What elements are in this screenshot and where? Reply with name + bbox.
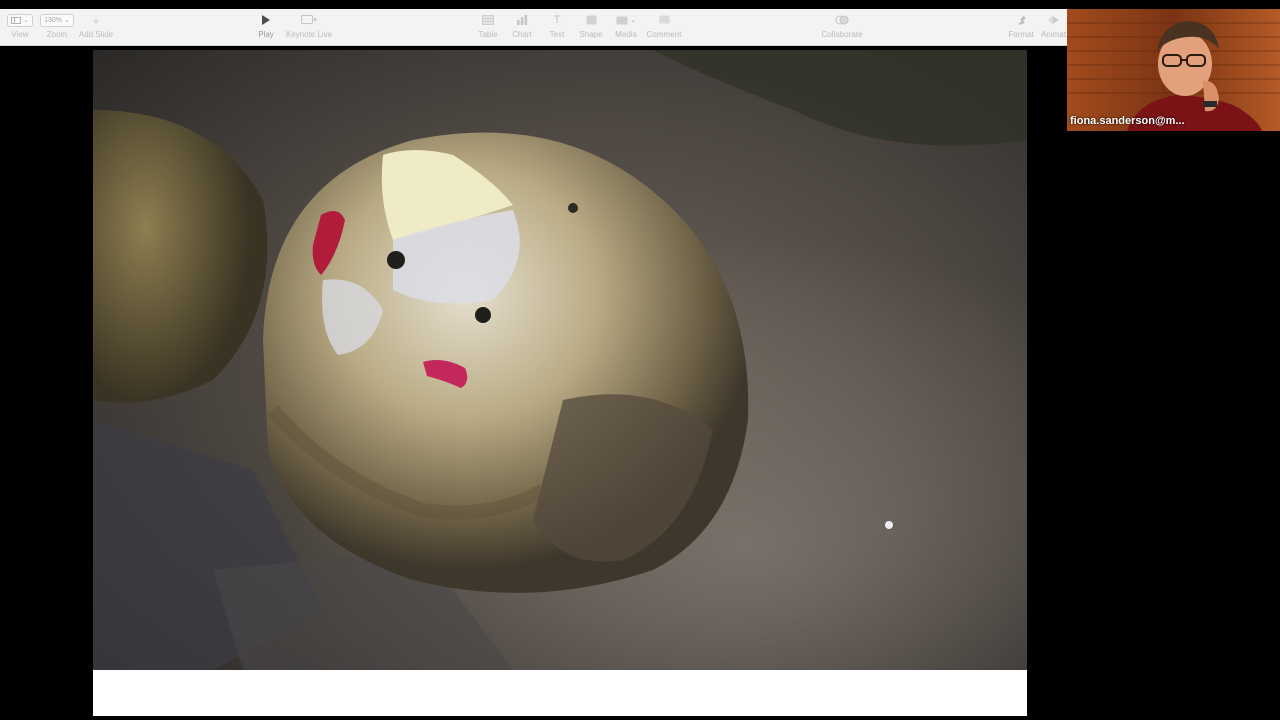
format-brush-icon <box>1017 15 1026 25</box>
format-label: Format <box>1008 30 1034 39</box>
collaborate-button[interactable]: Collaborate <box>820 9 864 45</box>
media-label: Media <box>615 30 637 39</box>
plus-icon: + <box>92 12 100 28</box>
zoom-label: Zoom <box>46 30 68 39</box>
top-strip <box>0 0 1280 9</box>
media-icon: ⌄ <box>613 15 639 26</box>
shape-label: Shape <box>579 30 603 39</box>
text-button[interactable]: T Text <box>543 9 571 45</box>
media-button[interactable]: ⌄ Media <box>611 9 641 45</box>
participant-video <box>1067 9 1280 131</box>
keynote-live-icon <box>301 15 317 24</box>
chart-button[interactable]: Chart <box>508 9 536 45</box>
zoom-value: 130% <box>44 16 63 24</box>
comment-button[interactable]: Comment <box>646 9 682 45</box>
collaborate-label: Collaborate <box>821 30 863 39</box>
collaborate-icon <box>835 15 849 25</box>
slide-photo <box>93 50 1027 670</box>
zoom-menu[interactable]: 130% ⌄ <box>40 13 74 27</box>
animate-icon <box>1048 16 1059 24</box>
table-label: Table <box>478 30 498 39</box>
keynote-live-label: Keynote Live <box>285 30 333 39</box>
participant-name: fiona.sanderson@m... <box>1070 115 1185 127</box>
animate-button[interactable]: Animat <box>1040 9 1067 45</box>
chart-icon <box>517 15 528 25</box>
format-button[interactable]: Format <box>1007 9 1035 45</box>
shape-button[interactable]: Shape <box>577 9 605 45</box>
text-icon: T <box>553 14 561 26</box>
chart-label: Chart <box>512 30 532 39</box>
play-label: Play <box>258 30 274 39</box>
add-slide-label: Add Slide <box>78 30 114 39</box>
add-slide-button[interactable]: + Add Slide <box>78 9 114 45</box>
zoom-button[interactable]: 130% ⌄ Zoom <box>38 9 76 45</box>
comment-label: Comment <box>646 30 682 39</box>
text-label: Text <box>549 30 565 39</box>
play-icon <box>262 15 270 25</box>
video-thumbnail[interactable]: fiona.sanderson@m... <box>1067 9 1280 131</box>
sidebar-view-icon: ⌄ <box>7 13 33 27</box>
animate-label: Animat <box>1041 30 1066 39</box>
shape-icon <box>586 15 596 25</box>
table-button[interactable]: Table <box>474 9 502 45</box>
slide-canvas <box>0 46 1067 720</box>
current-slide[interactable] <box>93 50 1027 716</box>
comment-icon <box>659 15 669 24</box>
keynote-toolbar: ⌄ View 130% ⌄ Zoom + Add Slide Play Keyn… <box>0 9 1067 46</box>
play-button[interactable]: Play <box>253 9 279 45</box>
keynote-live-button[interactable]: Keynote Live <box>284 9 334 45</box>
view-button[interactable]: ⌄ View <box>6 9 34 45</box>
table-icon <box>482 15 494 25</box>
view-label: View <box>11 30 29 39</box>
